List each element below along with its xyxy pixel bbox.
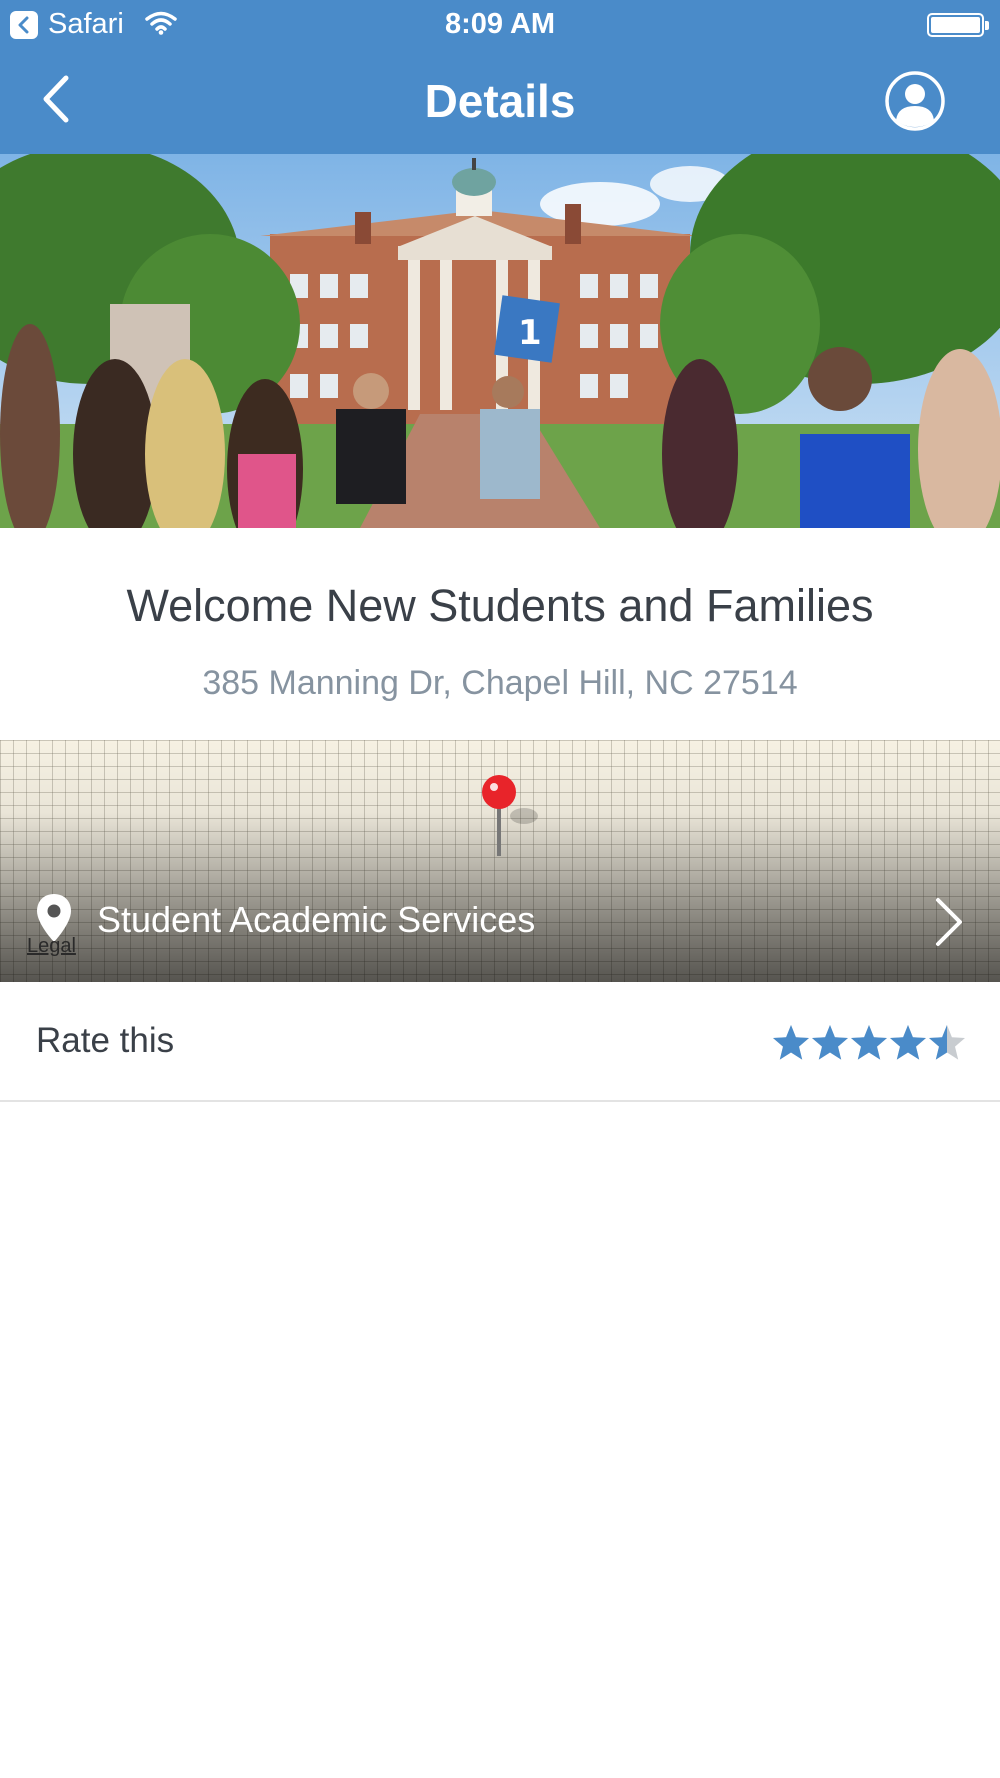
flag-number: 1: [518, 313, 542, 353]
map-view[interactable]: Legal Student Academic Services: [0, 740, 1000, 982]
map-legal-link[interactable]: Legal: [27, 934, 76, 958]
page-title: Details: [424, 75, 576, 127]
chevron-right-icon: [936, 898, 962, 946]
star-icon[interactable]: [772, 1024, 810, 1062]
map-pin-icon: [482, 775, 538, 856]
star-icon[interactable]: [889, 1024, 927, 1062]
rating-row: Rate this: [0, 982, 1000, 1102]
profile-button[interactable]: [884, 70, 946, 132]
event-address: 385 Manning Dr, Chapel Hill, NC 27514: [202, 664, 798, 702]
status-time: 8:09 AM: [444, 8, 556, 40]
rate-label: Rate this: [36, 1021, 175, 1060]
status-bar: Safari 8:09 AM: [0, 0, 1000, 50]
map-place-name: Student Academic Services: [97, 899, 536, 940]
hero-image: 1: [0, 154, 1000, 528]
star-icon[interactable]: [811, 1024, 849, 1062]
event-title: Welcome New Students and Families: [126, 580, 874, 631]
user-avatar-icon: [885, 71, 945, 131]
battery-icon: [927, 13, 989, 37]
star-icon[interactable]: [928, 1024, 966, 1062]
top-bar: Safari 8:09 AM Details: [0, 0, 1000, 154]
star-icon[interactable]: [850, 1024, 888, 1062]
